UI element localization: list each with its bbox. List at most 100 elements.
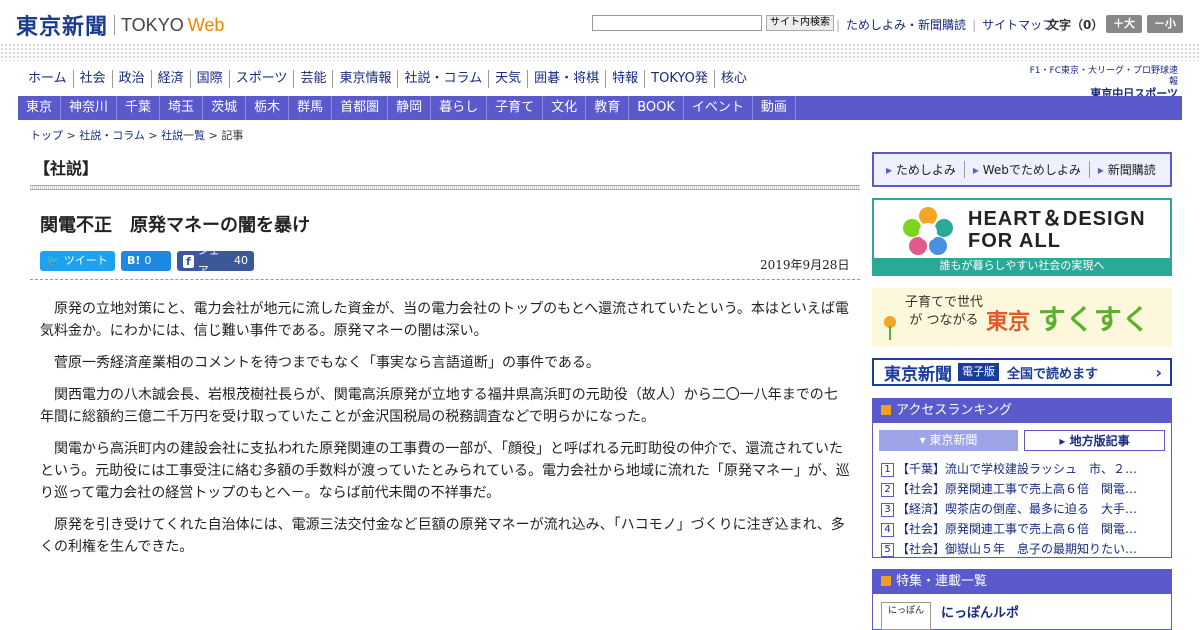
ranking-list: 1 【千葉】流山で学校建設ラッシュ 市、２… 2 【社会】原発関連工事で売上高６倍 … [873,459,1171,559]
nav-secondary-item[interactable]: 暮らし [431,96,488,120]
article-body: 原発の立地対策にと、電力会社が地元に流した資金が、当の電力会社のトップのもとへ還… [40,298,850,568]
font-bigger-button[interactable]: ＋大 [1106,15,1142,33]
hatena-bookmark-button[interactable]: B! 0 [121,251,171,271]
article-paragraph: 原発の立地対策にと、電力会社が地元に流した資金が、当の電力会社のトップのもとへ還… [40,301,849,339]
article-paragraph: 原発を引き受けてくれた自治体には、電源三法交付金など巨額の原発マネーが流れ込み、… [40,517,845,555]
ranking-header: アクセスランキング [873,399,1171,423]
nav-primary-item[interactable]: 核心 [715,70,753,88]
flower-icon [884,316,896,340]
link-trial-subscribe[interactable]: ためしよみ・新聞購読 [846,16,966,33]
nav-secondary-item[interactable]: 群馬 [289,96,333,120]
tab-tokyo-shimbun[interactable]: ▾ 東京新聞 [879,430,1018,451]
fb-share-label: シェア [197,244,220,277]
flower-logo-icon [903,207,953,255]
sukusuku-word: すくすく [1037,303,1150,336]
site-logo[interactable]: 東京新聞 TOKYO Web [16,9,224,41]
facebook-share-button[interactable]: f シェア 40 [177,244,254,277]
features-header: 特集・連載一覧 [873,570,1171,594]
trial-box: ためしよみ Webでためしよみ 新聞購読 [872,152,1172,187]
link-subscribe[interactable]: 新聞購読 [1090,161,1164,178]
nav-primary-item[interactable]: 囲碁・将棋 [528,70,607,88]
search-button[interactable]: サイト内検索 [766,15,834,31]
article-headline: 関電不正 原発マネーの闇を暴け [40,215,310,236]
article-paragraph: 関電から高浜町内の建設会社に支払われた原発関連の工事費の一部が、「顔役」と呼ばれ… [40,441,850,501]
nav-primary-item[interactable]: 特報 [606,70,646,88]
heart-design-banner[interactable]: HEART＆DESIGN FOR ALL 誰もが暮らしやすい社会の実現へ [872,198,1172,276]
rank-number: 3 [881,503,894,517]
nav-primary-item[interactable]: 社説・コラム [398,70,490,88]
breadcrumb: トップ > 社説・コラム > 社説一覧 > 記事 [30,129,244,142]
orange-square-icon [881,405,891,415]
logo-separator [114,15,116,35]
nav-secondary-item[interactable]: イベント [684,96,753,120]
nav-primary-item[interactable]: TOKYO発 [645,70,715,88]
nav-secondary-item[interactable]: 栃木 [246,96,290,120]
nav-secondary-item[interactable]: BOOK [629,96,684,120]
site-search: サイト内検索 [592,15,834,31]
link-sitemap[interactable]: サイトマップ [982,16,1054,33]
sports-link[interactable]: F1・FC東京・大リーグ・プロ野球速報 東京中日スポーツ [1028,66,1178,99]
font-size-label: 文字（0） [1047,18,1104,32]
nav-secondary-item[interactable]: 神奈川 [61,96,118,120]
features-panel: 特集・連載一覧 にっぽん にっぽんルポ [872,569,1172,630]
article-paragraph: 関西電力の八木誠会長、岩根茂樹社長らが、関電高浜原発が立地する福井県高浜町の元助… [40,387,838,425]
article-divider [30,279,860,280]
section-title: 【社説】 [34,159,99,178]
list-item[interactable]: 3 【経済】喫茶店の倒産、最多に迫る 大手… [881,499,1163,519]
nav-primary-item[interactable]: スポーツ [230,70,295,88]
list-item[interactable]: 1 【千葉】流山で学校建設ラッシュ 市、２… [881,459,1163,479]
font-smaller-button[interactable]: －小 [1147,15,1183,33]
nav-secondary-item[interactable]: 教育 [586,96,630,120]
facebook-f-icon: f [183,254,194,268]
logo-english: TOKYO [121,14,184,35]
header-dotted-band [0,43,1200,61]
nav-primary-item[interactable]: ホーム [22,70,74,88]
sukusuku-banner[interactable]: 子育てで世代が つながる 東京 すくすく [872,288,1172,347]
tab-local-articles[interactable]: ▸ 地方版記事 [1024,430,1165,451]
nav-secondary-item[interactable]: 埼玉 [160,96,204,120]
ranking-item-text: 【社会】原発関連工事で売上高６倍 関電… [897,482,1138,496]
orange-square-icon [881,576,891,586]
link-trial-read[interactable]: ためしよみ [878,161,965,178]
nav-primary-item[interactable]: 政治 [113,70,152,88]
list-item[interactable]: 4 【社会】原発関連工事で売上高６倍 関電… [881,519,1163,539]
digital-edition-banner[interactable]: 東京新聞 電子版 全国で読めます › [872,358,1172,386]
heart-design-title: HEART＆DESIGN FOR ALL [968,208,1146,252]
hatena-b-icon: B! [127,254,141,267]
nav-primary-item[interactable]: 天気 [489,70,529,88]
nav-secondary-item[interactable]: 動画 [753,96,796,120]
nav-secondary-item[interactable]: 千葉 [117,96,161,120]
list-item[interactable]: 2 【社会】原発関連工事で売上高６倍 関電… [881,479,1163,499]
title-divider [30,185,860,190]
nav-secondary-item[interactable]: 茨城 [203,96,247,120]
nav-secondary-item[interactable]: 子育て [487,96,544,120]
nav-primary: ホーム 社会 政治 経済 国際 スポーツ 芸能 東京情報 社説・コラム 天気 囲碁・将棋 特報 TOKY… [22,70,753,88]
rank-number: 1 [881,463,894,477]
nav-secondary-item[interactable]: 文化 [543,96,587,120]
list-item[interactable]: 5 【社会】御嶽山５年 息子の最期知りたい… [881,539,1163,559]
nav-secondary-item[interactable]: 静岡 [388,96,432,120]
nav-primary-item[interactable]: 国際 [191,70,230,88]
nav-primary-item[interactable]: 社会 [74,70,113,88]
nav-primary-item[interactable]: 東京情報 [333,70,399,88]
sukusuku-tokyo: 東京 [986,310,1031,335]
nav-secondary-item[interactable]: 首都圏 [332,96,389,120]
feature-item[interactable]: にっぽん にっぽんルポ [881,602,1019,630]
ranking-tabs: ▾ 東京新聞 ▸ 地方版記事 [873,423,1171,451]
search-input[interactable] [592,15,762,31]
link-web-trial-read[interactable]: Webでためしよみ [965,161,1090,178]
top-links: | ためしよみ・新聞購読 | サイトマップ | [836,16,1064,33]
breadcrumb-editorial[interactable]: 社説・コラム [79,129,145,142]
fb-share-count: 40 [234,254,248,267]
breadcrumb-editorial-list[interactable]: 社説一覧 [161,129,205,142]
sukusuku-tagline: 子育てで世代が つながる [904,295,983,328]
tweet-button[interactable]: 🐦 ツイート [40,251,115,271]
digital-text: 全国で読めます [1007,366,1099,382]
breadcrumb-top[interactable]: トップ [30,129,63,142]
heart-design-subtitle: 誰もが暮らしやすい社会の実現へ [874,258,1170,274]
nav-secondary-item[interactable]: 東京 [18,96,62,120]
tab-label: 東京新聞 [929,433,978,447]
digital-tag: 電子版 [958,363,999,381]
nav-primary-item[interactable]: 芸能 [294,70,334,88]
nav-primary-item[interactable]: 経済 [152,70,191,88]
